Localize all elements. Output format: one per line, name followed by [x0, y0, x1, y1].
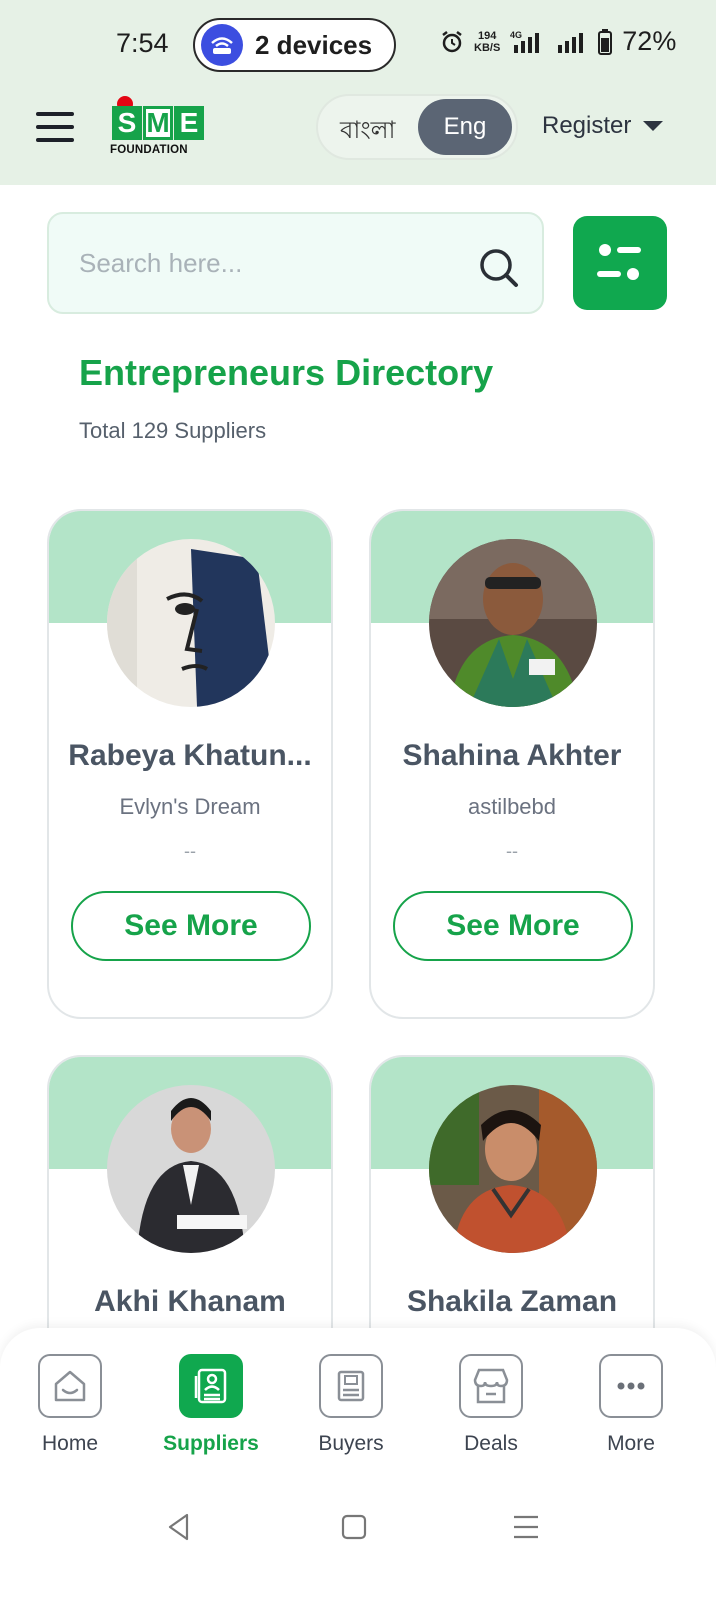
filter-button[interactable] [573, 216, 667, 310]
supplier-company: Evlyn's Dream [119, 794, 261, 819]
register-label: Register [542, 112, 632, 139]
app-header: 7:54 2 devices 194 KB/S 4G 72% S M E FOU… [0, 0, 716, 185]
bottom-nav: Home Suppliers Buyers Deals More [0, 1328, 716, 1600]
see-more-button[interactable]: See More [393, 891, 633, 961]
back-icon[interactable] [165, 1512, 193, 1542]
status-time: 7:54 [116, 28, 169, 58]
nav-more[interactable]: More [576, 1354, 686, 1456]
supplier-name: Shahina Akhter [402, 739, 622, 772]
supplier-company: astilbebd [467, 794, 557, 819]
supplier-name: Shakila Zaman [406, 1285, 618, 1318]
signal-4g-icon: 4G [510, 30, 540, 53]
status-icons: 194 KB/S 4G 72% [440, 26, 676, 57]
home-icon [38, 1354, 102, 1418]
supplier-avatar [107, 1085, 275, 1253]
recents-menu-icon[interactable] [512, 1514, 540, 1540]
system-nav-bar [0, 1512, 716, 1552]
home-button-icon[interactable] [341, 1514, 367, 1540]
supplier-extra: -- [506, 841, 518, 861]
nav-buyers[interactable]: Buyers [296, 1354, 406, 1456]
alarm-icon [442, 30, 462, 52]
supplier-name: Rabeya Khatun... [68, 739, 312, 772]
signal-icon [558, 32, 584, 53]
suppliers-icon [179, 1354, 243, 1418]
chevron-down-icon [643, 121, 664, 131]
supplier-name: Akhi Khanam [94, 1285, 286, 1318]
supplier-count: Total 129 Suppliers [79, 418, 267, 443]
nav-suppliers[interactable]: Suppliers [156, 1354, 266, 1456]
see-more-button[interactable]: See More [71, 891, 311, 961]
search-icon[interactable] [477, 246, 521, 290]
search-input[interactable] [79, 248, 459, 279]
filter-icon [597, 244, 641, 280]
deals-icon [459, 1354, 523, 1418]
battery-icon [598, 28, 613, 55]
supplier-extra: -- [184, 841, 196, 861]
supplier-avatar [429, 1085, 597, 1253]
svg-text:4G: 4G [510, 30, 522, 40]
sme-foundation-logo[interactable]: S M E FOUNDATION [110, 96, 206, 160]
buyers-icon [319, 1354, 383, 1418]
wifi-router-icon [201, 24, 243, 66]
page-title: Entrepreneurs Directory [79, 352, 494, 393]
supplier-avatar [107, 539, 275, 707]
net-speed: 194 KB/S [474, 29, 501, 54]
lang-option-bangla[interactable]: বাংলা [340, 112, 396, 152]
supplier-card[interactable]: Shahina Akhter astilbebd -- See More [369, 509, 655, 1019]
supplier-avatar [429, 539, 597, 707]
battery-percent: 72% [622, 26, 677, 56]
register-dropdown[interactable]: Register [542, 112, 664, 140]
more-icon [599, 1354, 663, 1418]
language-toggle[interactable]: বাংলা Eng [316, 94, 518, 160]
supplier-card[interactable]: Rabeya Khatun... Evlyn's Dream -- See Mo… [47, 509, 333, 1019]
search-box[interactable] [47, 212, 544, 314]
hamburger-menu-icon[interactable] [36, 112, 74, 144]
lang-option-english[interactable]: Eng [418, 99, 512, 155]
nav-home[interactable]: Home [15, 1354, 125, 1456]
devices-label: 2 devices [255, 29, 373, 60]
nav-deals[interactable]: Deals [436, 1354, 546, 1456]
devices-pill[interactable]: 2 devices [193, 18, 396, 72]
